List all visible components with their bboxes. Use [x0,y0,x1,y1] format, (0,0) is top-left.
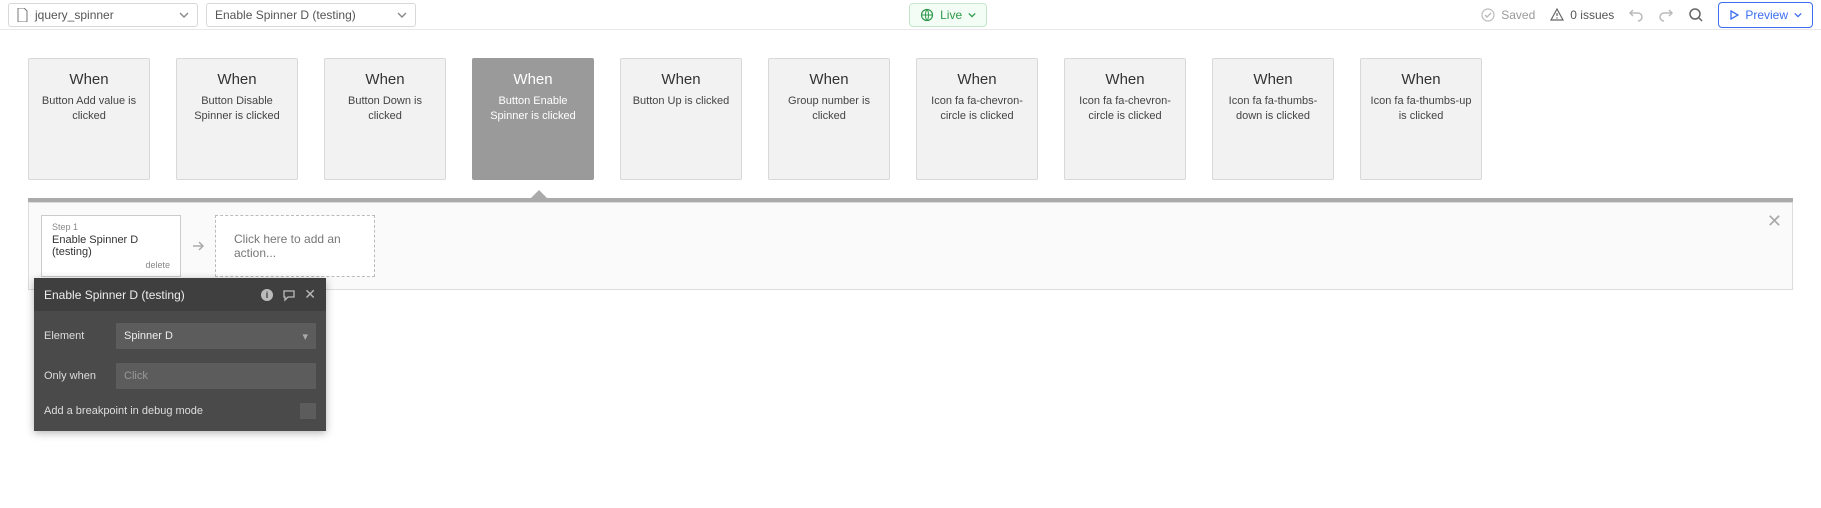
undo-button[interactable] [1628,7,1644,23]
breakpoint-checkbox[interactable] [300,403,316,419]
action-panel: ✕ Step 1 Enable Spinner D (testing) dele… [28,202,1793,290]
event-description: Icon fa fa-thumbs-up is clicked [1369,94,1473,125]
info-icon[interactable]: i [260,288,274,302]
properties-panel: Enable Spinner D (testing) i ✕ Element S… [34,278,326,431]
event-description: Icon fa fa-chevron-circle is clicked [1073,94,1177,125]
topbar-center: Live [424,3,1472,27]
globe-icon [920,8,934,22]
saved-label: Saved [1501,8,1535,22]
chevron-down-icon [397,10,407,20]
workflow-selector[interactable]: Enable Spinner D (testing) [206,3,416,27]
only-when-label: Only when [44,370,116,382]
event-description: Button Down is clicked [333,94,437,125]
properties-header[interactable]: Enable Spinner D (testing) i ✕ [34,278,326,311]
topbar: jquery_spinner Enable Spinner D (testing… [0,0,1821,30]
event-description: Button Add value is clicked [37,94,141,125]
add-action-button[interactable]: Click here to add an action... [215,215,375,277]
event-card[interactable]: When Button Up is clicked [620,58,742,180]
live-label: Live [940,8,962,22]
preview-button[interactable]: Preview [1718,2,1813,28]
event-when: When [777,71,881,88]
event-card[interactable]: When Button Add value is clicked [28,58,150,180]
page-name: jquery_spinner [35,8,114,22]
topbar-right: Saved 0 issues Preview [1480,2,1813,28]
only-when-row: Only when [44,363,316,389]
element-select[interactable]: Spinner D ▾ [116,323,316,349]
event-card[interactable]: When Button Disable Spinner is clicked [176,58,298,180]
element-value: Spinner D [124,330,173,342]
event-row: When Button Add value is clicked When Butto… [28,58,1793,180]
event-description: Icon fa fa-thumbs-down is clicked [1221,94,1325,125]
play-icon [1729,10,1739,20]
workflow-area: When Button Add value is clicked When Butto… [0,30,1821,290]
search-button[interactable] [1688,7,1704,23]
breakpoint-label: Add a breakpoint in debug mode [44,405,203,417]
preview-label: Preview [1745,8,1788,22]
event-card[interactable]: When Group number is clicked [768,58,890,180]
breakpoint-row: Add a breakpoint in debug mode [44,403,316,419]
arrow-right-icon [191,215,205,277]
chevron-down-icon: ▾ [302,330,308,343]
event-when: When [1073,71,1177,88]
event-description: Group number is clicked [777,94,881,125]
event-card[interactable]: When Icon fa fa-chevron-circle is clicked [916,58,1038,180]
step-delete-link[interactable]: delete [52,260,170,270]
live-badge[interactable]: Live [909,3,987,27]
comment-icon[interactable] [282,288,296,302]
file-icon [17,8,29,22]
properties-body: Element Spinner D ▾ Only when Add a brea… [34,311,326,431]
event-when: When [333,71,437,88]
close-panel-button[interactable]: ✕ [1767,211,1782,232]
event-card[interactable]: When Icon fa fa-thumbs-up is clicked [1360,58,1482,180]
warning-icon [1549,7,1565,23]
event-description: Button Enable Spinner is clicked [481,94,585,125]
step-row: Step 1 Enable Spinner D (testing) delete… [41,215,375,277]
event-when: When [37,71,141,88]
event-when: When [185,71,289,88]
step-title: Enable Spinner D (testing) [52,234,170,258]
event-card[interactable]: When Icon fa fa-chevron-circle is clicked [1064,58,1186,180]
element-row: Element Spinner D ▾ [44,323,316,349]
event-card[interactable]: When Button Enable Spinner is clicked [472,58,594,180]
close-icon[interactable]: ✕ [304,286,316,303]
add-action-label: Click here to add an action... [234,232,356,260]
svg-text:i: i [266,290,269,300]
event-description: Button Up is clicked [629,94,733,109]
connector-arrow-icon [531,190,547,198]
workflow-name: Enable Spinner D (testing) [215,8,356,22]
event-when: When [1369,71,1473,88]
event-when: When [481,71,585,88]
check-circle-icon [1480,7,1496,23]
element-label: Element [44,330,116,342]
event-when: When [629,71,733,88]
event-when: When [1221,71,1325,88]
event-card[interactable]: When Button Down is clicked [324,58,446,180]
step-card[interactable]: Step 1 Enable Spinner D (testing) delete [41,215,181,277]
only-when-input[interactable] [116,363,316,389]
redo-button[interactable] [1658,7,1674,23]
chevron-down-icon [968,11,976,19]
chevron-down-icon [179,10,189,20]
event-description: Icon fa fa-chevron-circle is clicked [925,94,1029,125]
properties-title: Enable Spinner D (testing) [44,288,252,302]
issues-indicator[interactable]: 0 issues [1549,7,1614,23]
event-card[interactable]: When Icon fa fa-thumbs-down is clicked [1212,58,1334,180]
saved-indicator: Saved [1480,7,1535,23]
event-when: When [925,71,1029,88]
chevron-down-icon [1794,11,1802,19]
issues-label: 0 issues [1570,8,1614,22]
page-selector[interactable]: jquery_spinner [8,3,198,27]
event-description: Button Disable Spinner is clicked [185,94,289,125]
step-number: Step 1 [52,222,170,232]
